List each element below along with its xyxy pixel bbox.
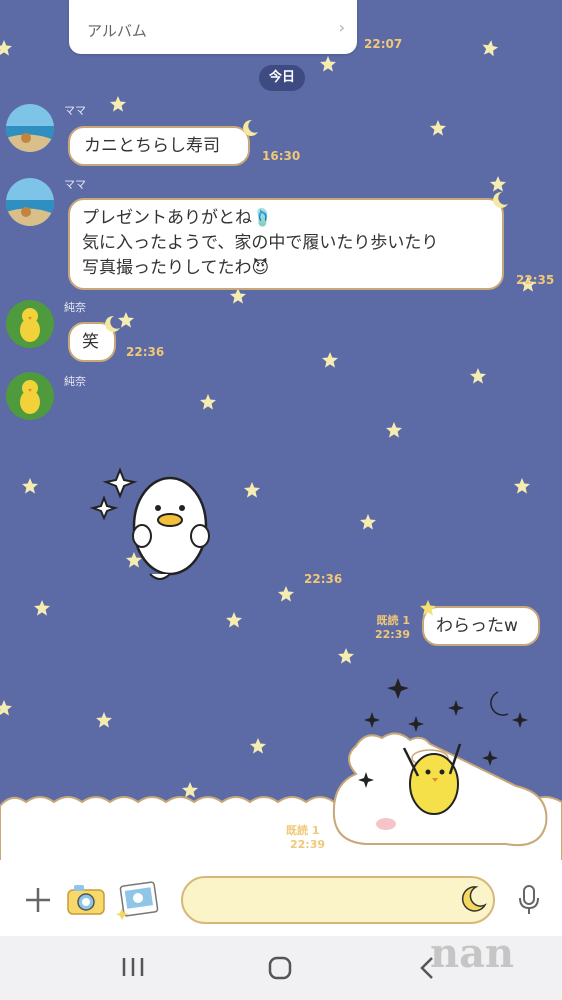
moon-icon[interactable] (458, 884, 488, 914)
moon-icon (243, 119, 258, 136)
message-bubble-outgoing[interactable]: わらったw (422, 606, 540, 646)
message-time: 22:36 (304, 572, 343, 586)
album-time: 22:07 (364, 37, 403, 51)
message-text: 写真撮ったりしてたわ😈 (82, 258, 270, 278)
message-time: 16:30 (262, 149, 301, 163)
star-icon (420, 600, 436, 616)
sender-name: 純奈 (64, 375, 86, 388)
message-text: 気に入ったようで、家の中で履いたり歩いたり (82, 233, 439, 253)
avatar-junna[interactable] (6, 300, 54, 348)
sender-name: ママ (64, 104, 86, 117)
moon-icon (105, 315, 120, 332)
avatar-mama[interactable] (6, 178, 54, 226)
message-text: わらったw (436, 616, 518, 636)
plus-icon[interactable] (24, 886, 52, 914)
avatar-mama[interactable] (6, 104, 54, 152)
message-time: 22:39 (290, 838, 326, 851)
chick-cloud-sticker[interactable] (326, 674, 554, 860)
read-receipt: 既読 1 (376, 614, 410, 627)
sender-name: 純奈 (64, 301, 86, 314)
recent-apps-icon[interactable] (120, 956, 146, 978)
chevron-right-icon: › (338, 18, 345, 37)
avatar-junna[interactable] (6, 372, 54, 420)
message-bubble[interactable]: プレゼントありがとね🩴 気に入ったようで、家の中で履いたり歩いたり 写真撮ったり… (68, 198, 504, 290)
message-text: 笑 (82, 332, 99, 352)
message-time: 22:39 (374, 628, 410, 641)
penguin-thumbs-up-sticker[interactable] (90, 460, 220, 590)
album-label: アルバム (87, 22, 147, 40)
album-link[interactable]: アルバム › (69, 0, 357, 54)
moon-icon (493, 191, 508, 208)
message-time: 22:35 (516, 273, 555, 287)
message-time: 22:36 (126, 345, 165, 359)
message-input[interactable] (181, 876, 495, 924)
photo-icon[interactable] (116, 880, 160, 920)
message-bubble[interactable]: カニとちらし寿司 (68, 126, 250, 166)
home-icon[interactable] (268, 956, 292, 980)
camera-icon[interactable] (66, 882, 106, 918)
message-text: カニとちらし寿司 (84, 136, 220, 156)
date-separator: 今日 (259, 65, 305, 91)
watermark: nan (430, 930, 515, 977)
message-text: プレゼントありがとね🩴 (82, 208, 274, 228)
read-receipt: 既読 1 (286, 824, 320, 837)
mic-icon[interactable] (516, 884, 542, 916)
sender-name: ママ (64, 178, 86, 191)
